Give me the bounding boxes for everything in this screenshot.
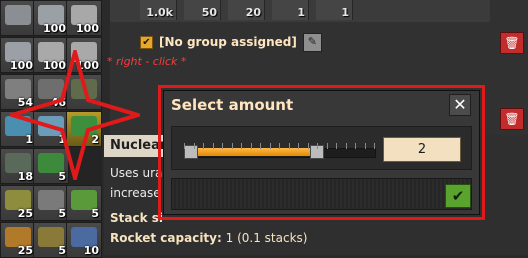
request-count: 50 — [201, 6, 217, 19]
slider-tick — [212, 143, 214, 149]
slider-tick — [288, 143, 290, 149]
request-slot[interactable]: 1.0k — [140, 0, 177, 20]
item-icon — [5, 5, 31, 25]
slot-count: 25 — [17, 207, 33, 220]
slider-tick — [374, 143, 375, 149]
inventory-slot[interactable] — [0, 0, 36, 36]
tooltip-stack-size: Stack si — [110, 211, 164, 225]
inventory-slot[interactable]: 5 — [66, 185, 102, 221]
slot-count: 25 — [17, 244, 33, 257]
slot-count: 100 — [43, 22, 66, 35]
slot-count: 100 — [76, 22, 99, 35]
slider-tick — [250, 143, 252, 149]
slot-count: 5 — [58, 244, 66, 257]
tooltip-rocket-capacity: Rocket capacity: 1 (0.1 stacks) — [110, 231, 307, 245]
slider-tick — [307, 143, 309, 149]
slider-tick — [279, 143, 280, 149]
slider-tick — [193, 143, 195, 149]
slider-tick — [184, 143, 185, 149]
dialog-footer — [171, 178, 472, 210]
slider-fill — [184, 148, 317, 156]
slot-count: 5 — [91, 207, 99, 220]
slider-min-handle[interactable] — [184, 145, 198, 159]
slider-tick — [222, 143, 223, 149]
inventory-slot[interactable]: 5 — [33, 222, 69, 258]
slider-tick — [336, 143, 337, 149]
logistic-group-row: ✔ [No group assigned] ✎ — [140, 32, 322, 52]
request-slots-row: 1.0k 50 20 1 1 — [110, 0, 490, 22]
confirm-button[interactable]: ✔ — [445, 184, 471, 208]
click-highlight-star — [10, 50, 140, 180]
slider-tick — [203, 143, 204, 149]
slider-tick — [364, 143, 366, 149]
slot-count: 5 — [58, 207, 66, 220]
trash-icon[interactable]: 🗑 — [500, 32, 524, 54]
slider-tick — [326, 143, 328, 149]
inventory-slot[interactable]: 100 — [66, 0, 102, 36]
rocket-capacity-label: Rocket capacity: — [110, 231, 222, 245]
inventory-slot[interactable]: 10 — [66, 222, 102, 258]
slider-tick — [269, 143, 271, 149]
rocket-capacity-value: 1 (0.1 stacks) — [225, 231, 308, 245]
slot-count: 10 — [83, 244, 99, 257]
slider-tick — [317, 143, 318, 149]
request-count: 1 — [297, 6, 305, 19]
amount-input[interactable]: 2 — [383, 137, 461, 162]
dialog-title: Select amount — [171, 96, 294, 114]
slider-tick — [355, 143, 356, 149]
tooltip-desc-line2: increase — [110, 186, 161, 200]
slider-tick — [231, 143, 233, 149]
inventory-slot[interactable]: 5 — [33, 185, 69, 221]
close-button[interactable]: ✕ — [449, 94, 471, 116]
request-slot[interactable]: 20 — [228, 0, 265, 20]
slider-tick — [298, 143, 299, 149]
request-count: 1.0k — [146, 6, 173, 19]
slider-tick — [260, 143, 261, 149]
inventory-slot[interactable]: 25 — [0, 185, 36, 221]
request-count: 1 — [341, 6, 349, 19]
slider-tick — [345, 143, 347, 149]
request-slot[interactable]: 1 — [272, 0, 309, 20]
request-count: 20 — [245, 6, 261, 19]
request-slot[interactable]: 1 — [316, 0, 353, 20]
group-label: [No group assigned] — [159, 35, 297, 49]
inventory-slot[interactable]: 25 — [0, 222, 36, 258]
edit-group-button[interactable]: ✎ — [302, 32, 322, 52]
inventory-slot[interactable]: 100 — [33, 0, 69, 36]
group-checkbox[interactable]: ✔ — [140, 35, 153, 49]
request-slot[interactable]: 50 — [184, 0, 221, 20]
trash-icon-2[interactable]: 🗑 — [500, 108, 524, 130]
slider-tick — [241, 143, 242, 149]
